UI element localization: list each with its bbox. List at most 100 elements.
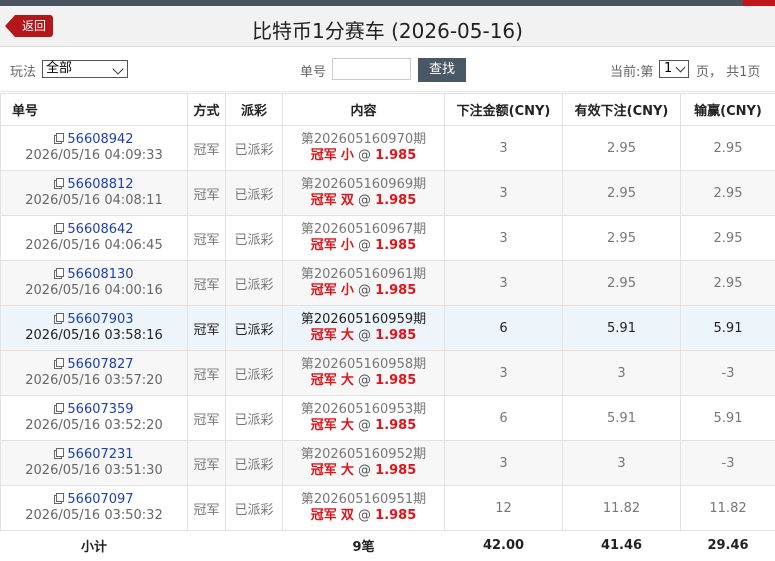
winloss-cell: 2.95 bbox=[680, 170, 775, 216]
bet-pick: 大 bbox=[340, 418, 354, 433]
issue-number: 第202605160967期 bbox=[300, 222, 427, 237]
copy-document-icon[interactable] bbox=[54, 133, 65, 144]
bet-pick: 双 bbox=[340, 193, 354, 208]
play-select[interactable]: 全部 bbox=[42, 60, 128, 78]
page-header: 返回 比特币1分赛车 (2026-05-16) bbox=[0, 6, 775, 47]
bet-records-table: 单号 方式 派彩 内容 下注金额(CNY) 有效下注(CNY) 输赢(CNY) … bbox=[0, 93, 775, 560]
copy-document-icon[interactable] bbox=[54, 268, 65, 279]
method-cell: 冠军 bbox=[187, 260, 226, 306]
amount-cell: 3 bbox=[444, 170, 563, 216]
copy-document-icon[interactable] bbox=[54, 313, 65, 324]
order-number-link[interactable]: 56607827 bbox=[67, 357, 133, 372]
odds: 1.985 bbox=[375, 418, 417, 433]
amount-cell: 12 bbox=[444, 485, 563, 531]
bet-pick: 大 bbox=[340, 328, 354, 343]
content-cell: 第202605160958期 冠军 大 @ 1.985 bbox=[282, 350, 445, 396]
order-time: 2026/05/16 03:50:32 bbox=[25, 508, 163, 523]
odds: 1.985 bbox=[375, 193, 417, 208]
order-number-link[interactable]: 56607097 bbox=[67, 492, 133, 507]
filter-bar: 玩法 全部 单号 查找 当前:第 1 页， 共1页 bbox=[0, 47, 775, 92]
method-cell: 冠军 bbox=[187, 350, 226, 396]
order-time: 2026/05/16 04:00:16 bbox=[25, 283, 163, 298]
copy-document-icon[interactable] bbox=[54, 178, 65, 189]
valid-bet-cell: 3 bbox=[562, 350, 681, 396]
page-select[interactable]: 1 bbox=[659, 60, 689, 78]
order-number-link[interactable]: 56608130 bbox=[67, 267, 133, 282]
chevron-down-icon bbox=[112, 63, 124, 75]
at-sign: @ bbox=[358, 148, 372, 163]
odds: 1.985 bbox=[375, 148, 417, 163]
method-cell: 冠军 bbox=[187, 395, 226, 441]
subtotal-empty bbox=[187, 530, 226, 560]
table-row: 56608812 2026/05/16 04:08:11 冠军 已派彩 第2026051… bbox=[0, 170, 775, 216]
order-time: 2026/05/16 03:58:16 bbox=[25, 328, 163, 343]
order-number-link[interactable]: 56607231 bbox=[67, 447, 133, 462]
issue-number: 第202605160958期 bbox=[300, 357, 427, 372]
at-sign: @ bbox=[358, 418, 372, 433]
subtotal-winloss: 29.46 bbox=[680, 530, 775, 560]
winloss-cell: -3 bbox=[680, 440, 775, 486]
col-header-payout: 派彩 bbox=[225, 93, 283, 126]
issue-number: 第202605160969期 bbox=[300, 177, 427, 192]
content-cell: 第202605160961期 冠军 小 @ 1.985 bbox=[282, 260, 445, 306]
amount-cell: 3 bbox=[444, 260, 563, 306]
order-cell: 56607903 2026/05/16 03:58:16 bbox=[0, 305, 188, 351]
amount-cell: 3 bbox=[444, 125, 563, 171]
bet-type: 冠军 bbox=[310, 238, 337, 253]
col-header-order: 单号 bbox=[0, 93, 188, 126]
payout-status-cell: 已派彩 bbox=[225, 395, 283, 441]
method-cell: 冠军 bbox=[187, 440, 226, 486]
method-cell: 冠军 bbox=[187, 305, 226, 351]
at-sign: @ bbox=[358, 283, 372, 298]
winloss-cell: 2.95 bbox=[680, 260, 775, 306]
order-number-link[interactable]: 56608942 bbox=[67, 132, 133, 147]
at-sign: @ bbox=[358, 463, 372, 478]
bet-type: 冠军 bbox=[310, 463, 337, 478]
winloss-cell: 11.82 bbox=[680, 485, 775, 531]
issue-number: 第202605160951期 bbox=[300, 492, 427, 507]
table-row: 56607827 2026/05/16 03:57:20 冠军 已派彩 第2026051… bbox=[0, 350, 775, 396]
order-number-link[interactable]: 56607359 bbox=[67, 402, 133, 417]
content-cell: 第202605160952期 冠军 大 @ 1.985 bbox=[282, 440, 445, 486]
payout-status-cell: 已派彩 bbox=[225, 215, 283, 261]
bet-pick: 小 bbox=[340, 238, 354, 253]
page-prefix: 当前:第 bbox=[610, 65, 654, 80]
order-number-link[interactable]: 56608812 bbox=[67, 177, 133, 192]
copy-document-icon[interactable] bbox=[54, 448, 65, 459]
col-header-valid: 有效下注(CNY) bbox=[562, 93, 681, 126]
bet-type: 冠军 bbox=[310, 148, 337, 163]
order-time: 2026/05/16 03:51:30 bbox=[25, 463, 163, 478]
copy-document-icon[interactable] bbox=[54, 403, 65, 414]
valid-bet-cell: 11.82 bbox=[562, 485, 681, 531]
copy-document-icon[interactable] bbox=[54, 223, 65, 234]
winloss-cell: 2.95 bbox=[680, 215, 775, 261]
order-time: 2026/05/16 03:52:20 bbox=[25, 418, 163, 433]
issue-number: 第202605160961期 bbox=[300, 267, 427, 282]
order-no-input[interactable] bbox=[332, 58, 411, 80]
odds: 1.985 bbox=[375, 508, 417, 523]
payout-status-cell: 已派彩 bbox=[225, 305, 283, 351]
bet-type: 冠军 bbox=[310, 373, 337, 388]
page-select-value: 1 bbox=[664, 61, 673, 76]
bet-type: 冠军 bbox=[310, 283, 337, 298]
odds: 1.985 bbox=[375, 238, 417, 253]
copy-document-icon[interactable] bbox=[54, 493, 65, 504]
order-number-link[interactable]: 56607903 bbox=[67, 312, 133, 327]
at-sign: @ bbox=[358, 373, 372, 388]
method-cell: 冠军 bbox=[187, 170, 226, 216]
order-cell: 56608642 2026/05/16 04:06:45 bbox=[0, 215, 188, 261]
order-no-label: 单号 bbox=[300, 65, 327, 80]
amount-cell: 3 bbox=[444, 440, 563, 486]
bet-pick: 双 bbox=[340, 508, 354, 523]
order-time: 2026/05/16 04:06:45 bbox=[25, 238, 163, 253]
order-cell: 56608130 2026/05/16 04:00:16 bbox=[0, 260, 188, 306]
method-cell: 冠军 bbox=[187, 215, 226, 261]
order-number-link[interactable]: 56608642 bbox=[67, 222, 133, 237]
at-sign: @ bbox=[358, 328, 372, 343]
bet-type: 冠军 bbox=[310, 508, 337, 523]
content-cell: 第202605160970期 冠军 小 @ 1.985 bbox=[282, 125, 445, 171]
copy-document-icon[interactable] bbox=[54, 358, 65, 369]
order-cell: 56608942 2026/05/16 04:09:33 bbox=[0, 125, 188, 171]
search-button[interactable]: 查找 bbox=[418, 58, 466, 82]
table-header-row: 单号 方式 派彩 内容 下注金额(CNY) 有效下注(CNY) 输赢(CNY) bbox=[0, 93, 775, 126]
